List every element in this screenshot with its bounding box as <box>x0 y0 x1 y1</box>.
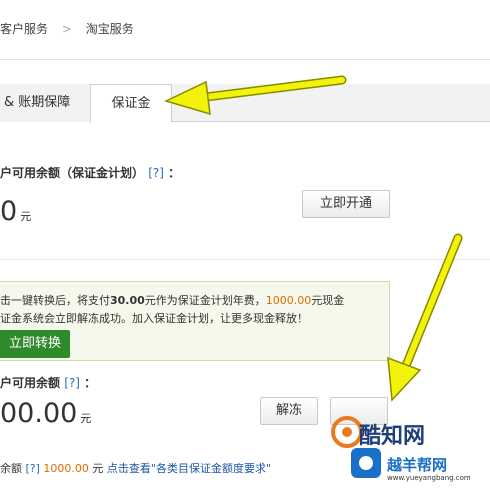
breadcrumb: 客户服务 > 淘宝服务 <box>0 20 134 37</box>
cash-balance-amount: 00.00 元 <box>0 398 91 429</box>
balance-unit: 元 <box>20 210 32 223</box>
help-link[interactable]: [?] <box>148 166 164 180</box>
notice-line-1: 击一键转换后，将支付30.00元作为保证金计划年费，1000.00元现金 <box>0 294 345 307</box>
watermark: 酷知网 越羊帮网 www.yueyangbang.com <box>325 410 490 490</box>
breadcrumb-bar: 客户服务 > 淘宝服务 <box>0 0 490 60</box>
notice-line-2: 证金系统会立即解冻成功。加入保证金计划，让更多现金释放！ <box>0 312 308 325</box>
deposit-balance-line: 余额 [?] 1000.00 元 点击查看"各类目保证金额度要求" <box>0 462 272 475</box>
available-balance-amount: 0元 <box>0 196 31 227</box>
deposit-plan-panel: 户可用余额（保证金计划） [?] ： 0元 立即开通 <box>0 140 490 260</box>
breadcrumb-item-taobao-service[interactable]: 淘宝服务 <box>86 22 134 36</box>
unfreeze-button[interactable]: 解冻 <box>260 397 318 425</box>
conversion-notice: 击一键转换后，将支付30.00元作为保证金计划年费，1000.00元现金 证金系… <box>0 281 390 361</box>
tab-deposit[interactable]: 保证金 <box>90 84 172 123</box>
help-link[interactable]: [?] <box>26 462 40 475</box>
breadcrumb-item-customer-service[interactable]: 客户服务 <box>0 22 48 36</box>
cash-balance-value: 00.00 <box>0 398 78 429</box>
cash-balance-label: 户可用余额 [?] ： <box>0 376 97 390</box>
help-link[interactable]: [?] <box>64 376 80 390</box>
balance-value: 0 <box>0 196 18 227</box>
watermark-url: www.yueyangbang.com <box>387 474 471 482</box>
category-requirements-link[interactable]: 点击查看"各类目保证金额度要求" <box>107 462 271 475</box>
arrow-pointing-to-button <box>387 233 463 402</box>
deposit-amount: 1000.00 <box>43 462 89 475</box>
tab-bar: & 账期保障 保证金 <box>0 84 490 123</box>
watermark-subtitle: 越羊帮网 <box>387 456 448 474</box>
breadcrumb-separator: > <box>61 22 72 36</box>
watermark-title: 酷知网 <box>359 424 426 449</box>
convert-now-button[interactable]: 立即转换 <box>0 330 70 358</box>
cash-balance-unit: 元 <box>80 412 92 425</box>
tab-billing-guarantee[interactable]: & 账期保障 <box>0 84 90 122</box>
available-balance-label: 户可用余额（保证金计划） [?] ： <box>0 166 181 180</box>
activate-now-button[interactable]: 立即开通 <box>302 190 390 218</box>
